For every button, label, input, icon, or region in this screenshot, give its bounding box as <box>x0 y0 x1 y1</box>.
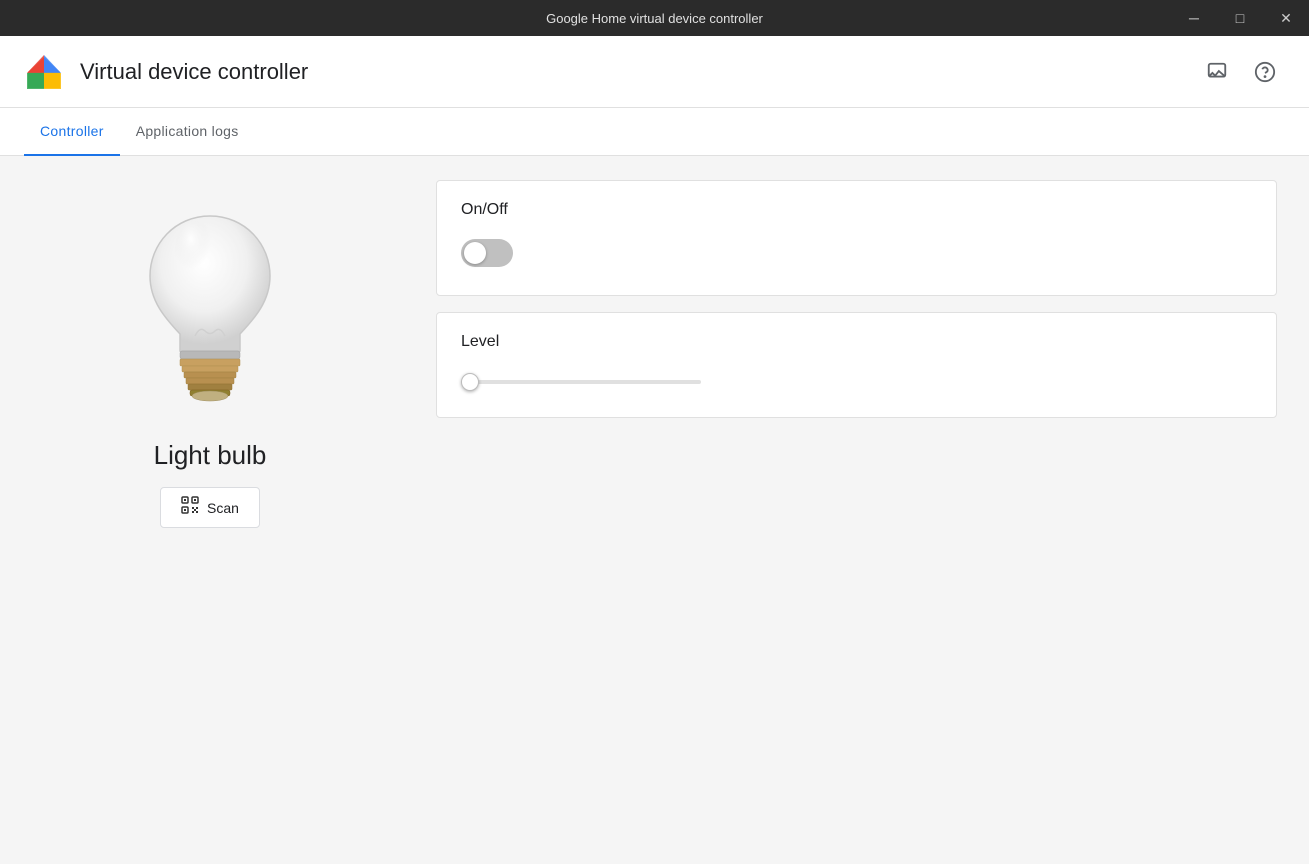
device-image <box>120 196 300 416</box>
scan-button-label: Scan <box>207 500 239 516</box>
minimize-button[interactable]: ─ <box>1171 0 1217 36</box>
help-button[interactable] <box>1245 52 1285 92</box>
header-icons <box>1197 52 1285 92</box>
toggle-thumb <box>464 242 486 264</box>
app-logo <box>24 52 64 92</box>
toggle-track <box>461 239 513 267</box>
main-content: Light bulb Scan <box>0 156 1309 864</box>
on-off-card: On/Off <box>436 180 1277 296</box>
level-card: Level <box>436 312 1277 418</box>
feedback-icon <box>1206 61 1228 83</box>
level-label: Level <box>461 333 1252 351</box>
title-bar: Google Home virtual device controller ─ … <box>0 0 1309 36</box>
maximize-button[interactable]: □ <box>1217 0 1263 36</box>
app-title: Virtual device controller <box>80 59 1197 85</box>
title-bar-title: Google Home virtual device controller <box>546 11 763 26</box>
bulb-illustration <box>130 206 290 406</box>
tab-controller[interactable]: Controller <box>24 108 120 156</box>
device-name: Light bulb <box>154 440 267 471</box>
qr-code-icon <box>181 496 199 519</box>
title-bar-controls: ─ □ ✕ <box>1171 0 1309 36</box>
help-icon <box>1254 61 1276 83</box>
close-button[interactable]: ✕ <box>1263 0 1309 36</box>
on-off-label: On/Off <box>461 201 1252 219</box>
feedback-button[interactable] <box>1197 52 1237 92</box>
on-off-toggle[interactable] <box>461 239 513 267</box>
qr-icon-svg <box>181 496 199 514</box>
scan-button[interactable]: Scan <box>160 487 260 528</box>
tabs-bar: Controller Application logs <box>0 108 1309 156</box>
tab-application-logs[interactable]: Application logs <box>120 108 255 156</box>
right-panel: On/Off Level <box>420 156 1309 864</box>
level-slider[interactable] <box>461 380 701 384</box>
left-panel: Light bulb Scan <box>0 156 420 864</box>
app-header: Virtual device controller <box>0 36 1309 108</box>
